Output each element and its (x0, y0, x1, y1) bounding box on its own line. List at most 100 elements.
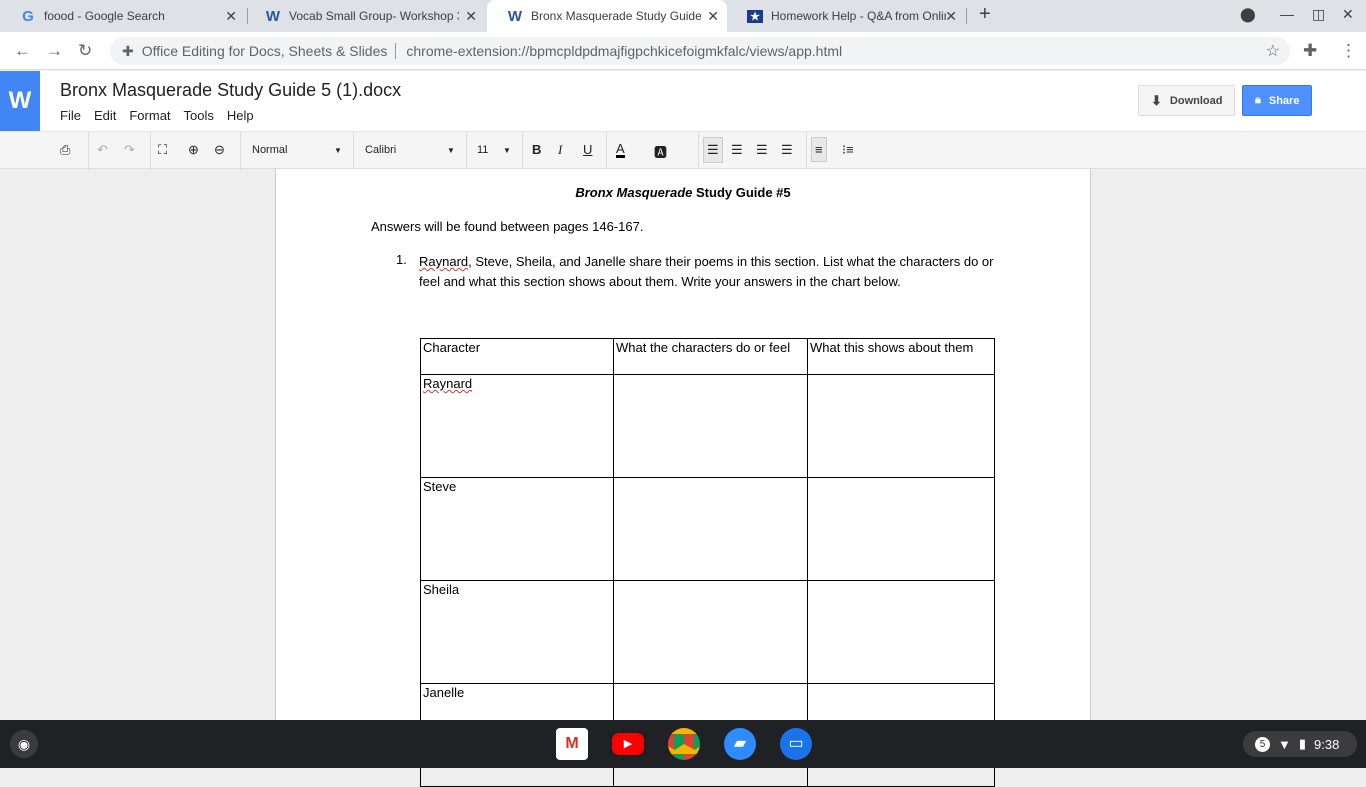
gmail-icon[interactable]: M (556, 728, 588, 760)
tab-title: foood - Google Search (44, 9, 165, 23)
share-button[interactable]: 🔒︎ Share (1242, 85, 1313, 116)
character-name: Steve (420, 477, 614, 581)
tab-title: Vocab Small Group- Workshop 3 (289, 9, 459, 23)
share-label: Share (1268, 94, 1300, 107)
word-logo: W (0, 71, 40, 131)
bulleted-list-icon[interactable]: ⁝≡ (842, 142, 854, 158)
intro-paragraph: Answers will be found between pages 146-… (371, 219, 644, 234)
zoom-in-icon[interactable]: ⊕ (188, 142, 199, 158)
tab-title: Bronx Masquerade Study Guide 5 (531, 9, 701, 23)
notification-count: 5 (1255, 736, 1270, 752)
close-tab-icon[interactable]: ✕ (225, 8, 237, 25)
undo-icon[interactable]: ↶ (97, 142, 108, 158)
table-row: Steve (420, 477, 995, 581)
redo-icon[interactable]: ↷ (124, 142, 135, 158)
extensions-icon[interactable]: ✚ (1303, 41, 1317, 61)
fit-page-icon[interactable]: ⛶ (158, 142, 167, 158)
tab-bronx-masquerade[interactable]: W Bronx Masquerade Study Guide 5 ✕ (487, 0, 727, 32)
minimize-button[interactable]: — (1280, 6, 1294, 22)
word-icon: W (265, 7, 281, 25)
table-header: What the characters do or feel (613, 338, 808, 375)
underline-button[interactable]: U (583, 142, 592, 157)
download-button[interactable]: ⬇ Download (1138, 85, 1236, 116)
back-icon[interactable]: ← (14, 41, 31, 61)
bold-button[interactable]: B (532, 142, 541, 157)
character-name: Raynard (423, 376, 473, 391)
table-row: Raynard (420, 374, 995, 478)
forward-icon[interactable]: → (46, 41, 63, 61)
omnibox[interactable]: ✚ Office Editing for Docs, Sheets & Slid… (110, 37, 1290, 65)
menu-help[interactable]: Help (227, 108, 254, 123)
menu-tools[interactable]: Tools (184, 108, 214, 123)
shield-star-icon: ★ (747, 9, 763, 23)
close-tab-icon[interactable]: ✕ (465, 8, 477, 25)
font-size-select[interactable]: 11 (477, 144, 488, 156)
lock-icon: 🔒︎ (1255, 94, 1261, 106)
menu-format[interactable]: Format (129, 108, 170, 123)
align-right-icon[interactable]: ☰ (756, 142, 768, 158)
launcher-icon[interactable]: ◉ (10, 730, 38, 758)
table-cell[interactable] (807, 477, 995, 581)
table-header: Character (420, 338, 614, 375)
table-row: Sheila (420, 580, 995, 684)
tab-homework-help[interactable]: ★ Homework Help - Q&A from Online ✕ (727, 0, 965, 32)
formatting-toolbar: ⎙ ↶ ↷ ⛶ ⊕ ⊖ Normal ▼ Calibri ▼ 11 ▼ B I U A… (0, 131, 1366, 170)
youtube-icon[interactable]: ▶ (612, 733, 644, 755)
battery-icon: ▮ (1298, 736, 1307, 751)
highlight-color-icon[interactable]: 🅰︎ (654, 142, 667, 161)
app-header: W Bronx Masquerade Study Guide 5 (1).doc… (0, 71, 1366, 131)
reload-icon[interactable]: ↻ (78, 41, 92, 61)
document-heading: Bronx Masquerade Study Guide #5 (575, 185, 791, 200)
paragraph-style-select[interactable]: Normal (252, 144, 287, 156)
google-icon: G (22, 7, 34, 25)
tab-strip: Gfoood - Google Search ✕ W Vocab Small Gro… (0, 0, 1366, 32)
italic-button[interactable]: I (558, 142, 562, 158)
clock: 9:38 (1314, 736, 1340, 752)
tab-search-icon[interactable]: ⬤ (1240, 6, 1256, 23)
extension-name: Office Editing for Docs, Sheets & Slides (141, 43, 388, 59)
url-text: chrome-extension://bpmcpldpdmajfigpchkic… (406, 43, 843, 59)
tab-vocab[interactable]: W Vocab Small Group- Workshop 3 ✕ (245, 0, 485, 32)
wifi-icon: ▼ (1278, 736, 1291, 752)
text-color-button[interactable]: A (616, 142, 625, 158)
chrome-menu-icon[interactable]: ⋮ (1340, 41, 1357, 61)
bookmark-star-icon[interactable]: ☆ (1266, 41, 1280, 61)
table-cell[interactable] (613, 374, 808, 478)
files-icon[interactable]: ▭ (780, 728, 812, 760)
status-area[interactable]: 5 ▼ ▮ 9:38 (1243, 731, 1357, 757)
download-label: Download (1169, 94, 1223, 107)
align-center-icon[interactable]: ☰ (731, 142, 743, 158)
numbered-list-icon[interactable]: ≡ (811, 137, 827, 162)
table-header: What this shows about them (807, 338, 995, 375)
document-page[interactable]: Bronx Masquerade Study Guide #5 Answers … (275, 169, 1091, 787)
document-title[interactable]: Bronx Masquerade Study Guide 5 (1).docx (60, 80, 401, 101)
table-cell[interactable] (613, 477, 808, 581)
menu-file[interactable]: File (60, 108, 81, 123)
tab-title: Homework Help - Q&A from Online (771, 9, 946, 23)
download-icon: ⬇ (1151, 92, 1162, 108)
close-tab-icon[interactable]: ✕ (945, 8, 957, 25)
question-1: Raynard, Steve, Sheila, and Janelle shar… (419, 254, 994, 289)
chrome-icon[interactable] (668, 728, 700, 760)
character-name: Sheila (420, 580, 614, 684)
close-tab-icon[interactable]: ✕ (707, 8, 719, 25)
justify-icon[interactable]: ☰ (781, 142, 793, 158)
tab-google-search[interactable]: Gfoood - Google Search ✕ (0, 0, 245, 32)
address-bar-row: ← → ↻ ✚ Office Editing for Docs, Sheets … (0, 32, 1366, 70)
font-family-select[interactable]: Calibri (365, 144, 396, 156)
align-left-icon[interactable]: ☰ (703, 137, 723, 163)
close-window-button[interactable]: ✕ (1342, 6, 1354, 23)
print-icon[interactable]: ⎙ (60, 142, 70, 158)
restore-button[interactable]: ◫ (1312, 6, 1325, 23)
zoom-out-icon[interactable]: ⊖ (214, 142, 225, 158)
table-cell[interactable] (613, 580, 808, 684)
question-number: 1. (396, 252, 407, 267)
table-cell[interactable] (807, 374, 995, 478)
menu-edit[interactable]: Edit (94, 108, 116, 123)
new-tab-button[interactable]: + (979, 3, 991, 26)
table-header-row: Character What the characters do or feel… (420, 338, 995, 375)
table-cell[interactable] (807, 580, 995, 684)
puzzle-icon: ✚ (122, 42, 134, 59)
zoom-app-icon[interactable]: ▰ (724, 728, 756, 760)
menu-bar: File Edit Format Tools Help (60, 108, 254, 123)
